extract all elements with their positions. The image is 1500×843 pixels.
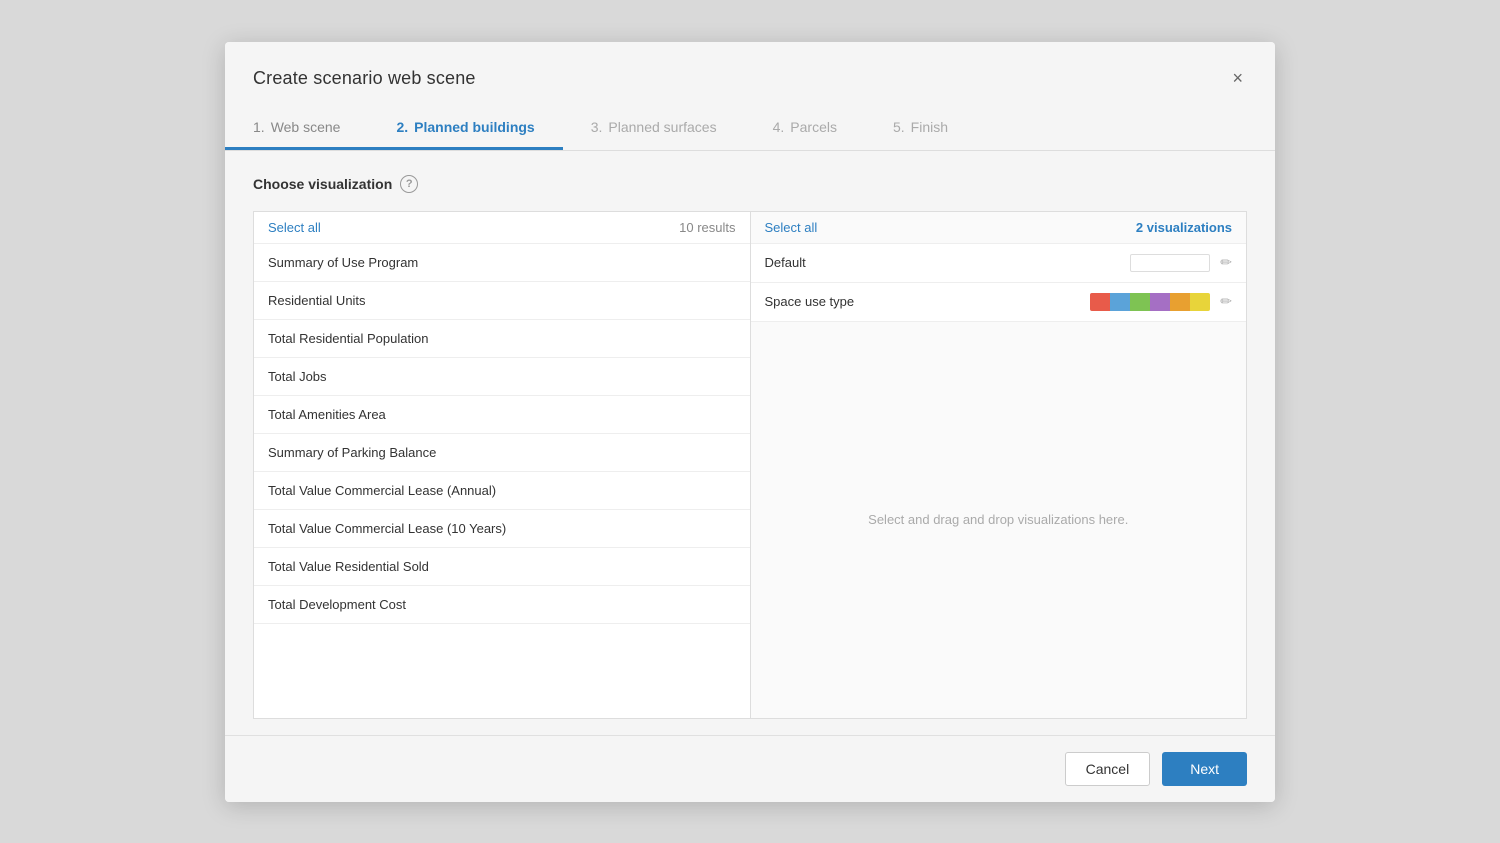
modal-title: Create scenario web scene	[253, 68, 476, 89]
step-3-label: Planned surfaces	[608, 119, 716, 135]
list-item[interactable]: Total Value Commercial Lease (10 Years)	[254, 510, 750, 548]
cancel-button[interactable]: Cancel	[1065, 752, 1151, 786]
choose-visualization-label: Choose visualization ?	[253, 175, 1247, 193]
list-item[interactable]: Total Development Cost	[254, 586, 750, 624]
list-item[interactable]: Total Residential Population	[254, 320, 750, 358]
modal-body: Choose visualization ? Select all 10 res…	[225, 151, 1275, 735]
step-1-num: 1.	[253, 119, 265, 135]
right-panel: Select all 2 visualizations Default ✏ Sp…	[750, 211, 1248, 719]
step-3-num: 3.	[591, 119, 603, 135]
panels: Select all 10 results Summary of Use Pro…	[253, 211, 1247, 719]
step-4[interactable]: 4. Parcels	[745, 109, 865, 150]
left-select-all[interactable]: Select all	[268, 220, 321, 235]
viz-list: Default ✏ Space use type	[751, 244, 1247, 718]
modal-header: Create scenario web scene ×	[225, 42, 1275, 93]
right-select-all[interactable]: Select all	[765, 220, 818, 235]
step-2-num: 2.	[396, 119, 408, 135]
list-item[interactable]: Summary of Use Program	[254, 244, 750, 282]
drop-area[interactable]: Select and drag and drop visualizations …	[751, 322, 1247, 718]
edit-icon-space-use[interactable]: ✏	[1220, 293, 1232, 310]
left-panel-header: Select all 10 results	[254, 212, 750, 244]
results-count: 10 results	[679, 220, 735, 235]
list-item[interactable]: Residential Units	[254, 282, 750, 320]
modal: Create scenario web scene × 1. Web scene…	[225, 42, 1275, 802]
help-icon[interactable]: ?	[400, 175, 418, 193]
right-panel-header: Select all 2 visualizations	[751, 212, 1247, 244]
viz-name-default: Default	[765, 255, 1121, 270]
viz-default-color-swatch	[1130, 254, 1210, 272]
list-item[interactable]: Total Value Residential Sold	[254, 548, 750, 586]
viz-item-default: Default ✏	[751, 244, 1247, 283]
list-item[interactable]: Total Amenities Area	[254, 396, 750, 434]
step-2-label: Planned buildings	[414, 119, 535, 135]
modal-overlay: Create scenario web scene × 1. Web scene…	[0, 0, 1500, 843]
list-item[interactable]: Summary of Parking Balance	[254, 434, 750, 472]
left-list: Summary of Use Program Residential Units…	[254, 244, 750, 718]
viz-name-space-use: Space use type	[765, 294, 1081, 309]
step-5-label: Finish	[911, 119, 948, 135]
choose-viz-text: Choose visualization	[253, 176, 392, 192]
next-button[interactable]: Next	[1162, 752, 1247, 786]
left-panel: Select all 10 results Summary of Use Pro…	[253, 211, 750, 719]
modal-footer: Cancel Next	[225, 735, 1275, 802]
list-item[interactable]: Total Value Commercial Lease (Annual)	[254, 472, 750, 510]
viz-count: 2 visualizations	[1136, 220, 1232, 235]
close-button[interactable]: ×	[1228, 64, 1247, 93]
step-1[interactable]: 1. Web scene	[225, 109, 368, 150]
step-2[interactable]: 2. Planned buildings	[368, 109, 562, 150]
step-3[interactable]: 3. Planned surfaces	[563, 109, 745, 150]
list-item[interactable]: Total Jobs	[254, 358, 750, 396]
viz-item-space-use: Space use type ✏	[751, 283, 1247, 322]
step-4-label: Parcels	[790, 119, 837, 135]
stepper: 1. Web scene 2. Planned buildings 3. Pla…	[225, 109, 1275, 151]
drop-hint: Select and drag and drop visualizations …	[868, 512, 1128, 527]
edit-icon-default[interactable]: ✏	[1220, 254, 1232, 271]
step-5-num: 5.	[893, 119, 905, 135]
step-1-label: Web scene	[271, 119, 341, 135]
step-5[interactable]: 5. Finish	[865, 109, 976, 150]
viz-color-bar	[1090, 293, 1210, 311]
step-4-num: 4.	[773, 119, 785, 135]
